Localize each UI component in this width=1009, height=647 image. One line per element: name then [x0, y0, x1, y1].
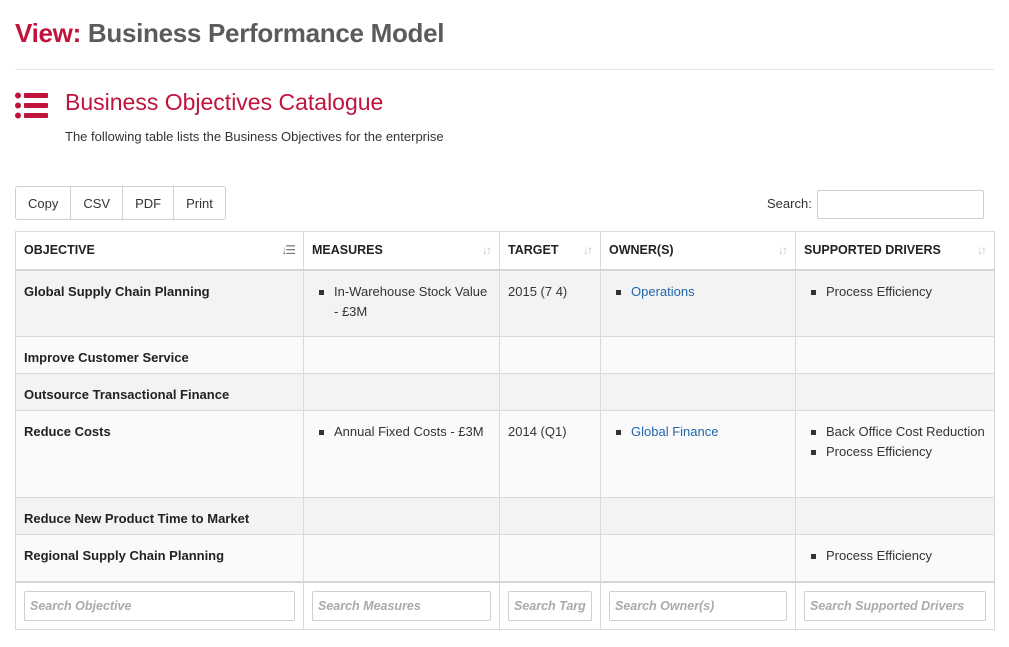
csv-button[interactable]: CSV [70, 187, 123, 219]
measures-cell [303, 336, 500, 374]
sort-ascending-icon: ↓☰ [281, 243, 296, 257]
objectives-table: OBJECTIVE ↓☰ MEASURES ↓↑ TARGET ↓↑ OWNER(S)… [15, 231, 995, 630]
column-header-label: SUPPORTED DRIVERS [804, 243, 941, 257]
objective-cell: Global Supply Chain Planning [15, 269, 304, 337]
column-header-label: OWNER(S) [609, 243, 674, 257]
sort-icon: ↓↑ [977, 243, 987, 257]
driver-item: Back Office Cost Reduction [811, 422, 986, 442]
owner-link[interactable]: Global Finance [631, 424, 718, 439]
target-cell [499, 373, 601, 411]
pdf-button[interactable]: PDF [122, 187, 174, 219]
target-cell: 2014 (Q1) [499, 410, 601, 498]
filter-cell [795, 580, 995, 630]
filter-cell [303, 580, 500, 630]
driver-item: Process Efficiency [811, 282, 986, 302]
sort-icon: ↓↑ [482, 243, 492, 257]
target-cell [499, 534, 601, 582]
owners-cell [600, 336, 796, 374]
print-button[interactable]: Print [173, 187, 225, 219]
drivers-cell: Process Efficiency [795, 534, 995, 582]
drivers-cell: Back Office Cost Reduction Process Effici… [795, 410, 995, 498]
target-cell [499, 336, 601, 374]
list-icon [15, 92, 48, 119]
section-title: Business Objectives Catalogue [65, 89, 384, 115]
filter-cell [600, 580, 796, 630]
column-header-supported-drivers[interactable]: SUPPORTED DRIVERS ↓↑ [795, 231, 995, 271]
search-objective-input[interactable] [24, 590, 295, 621]
drivers-cell [795, 497, 995, 535]
column-header-objective[interactable]: OBJECTIVE ↓☰ [15, 231, 304, 271]
sort-icon: ↓↑ [778, 243, 788, 257]
column-header-owners[interactable]: OWNER(S) ↓↑ [600, 231, 796, 271]
measures-cell [303, 373, 500, 411]
table-row: Global Supply Chain Planning In-Warehous… [15, 269, 995, 337]
owners-cell: Global Finance [600, 410, 796, 498]
filter-cell [15, 580, 304, 630]
objective-cell: Outsource Transactional Finance [15, 373, 304, 411]
objective-cell: Reduce New Product Time to Market [15, 497, 304, 535]
page-title: View: Business Performance Model [15, 18, 445, 49]
owners-cell [600, 497, 796, 535]
sort-icon: ↓↑ [583, 243, 593, 257]
target-cell: 2015 (7 4) [499, 269, 601, 337]
drivers-cell [795, 336, 995, 374]
objective-cell: Improve Customer Service [15, 336, 304, 374]
measures-cell [303, 534, 500, 582]
search-owners-input[interactable] [609, 590, 787, 621]
search-target-input[interactable] [508, 590, 592, 621]
driver-item: Process Efficiency [811, 546, 986, 566]
owners-cell [600, 373, 796, 411]
search-label: Search: [767, 196, 812, 211]
measures-cell [303, 497, 500, 535]
table-row: Reduce New Product Time to Market [15, 497, 995, 535]
column-filter-row [15, 580, 995, 630]
owners-cell [600, 534, 796, 582]
column-header-label: TARGET [508, 243, 559, 257]
column-header-label: OBJECTIVE [24, 243, 95, 257]
owners-cell: Operations [600, 269, 796, 337]
objective-cell: Reduce Costs [15, 410, 304, 498]
objective-cell: Regional Supply Chain Planning [15, 534, 304, 582]
view-label: View: [15, 18, 81, 48]
model-name: Business Performance Model [87, 18, 445, 48]
column-header-target[interactable]: TARGET ↓↑ [499, 231, 601, 271]
owner-link[interactable]: Operations [631, 284, 695, 299]
table-row: Improve Customer Service [15, 336, 995, 374]
table-header-row: OBJECTIVE ↓☰ MEASURES ↓↑ TARGET ↓↑ OWNER(S)… [15, 231, 995, 271]
target-cell [499, 497, 601, 535]
table-row: Outsource Transactional Finance [15, 373, 995, 411]
export-button-group: Copy CSV PDF Print [15, 186, 226, 220]
section-description: The following table lists the Business O… [65, 129, 444, 144]
header-divider [15, 69, 994, 70]
table-row: Reduce Costs Annual Fixed Costs - £3M 20… [15, 410, 995, 498]
driver-item: Process Efficiency [811, 442, 986, 462]
measures-cell: Annual Fixed Costs - £3M [303, 410, 500, 498]
search-measures-input[interactable] [312, 590, 491, 621]
drivers-cell [795, 373, 995, 411]
filter-cell [499, 580, 601, 630]
search-input[interactable] [817, 190, 984, 219]
search-drivers-input[interactable] [804, 590, 986, 621]
column-header-label: MEASURES [312, 243, 383, 257]
measures-cell: In-Warehouse Stock Value - £3M [303, 269, 500, 337]
measure-item: Annual Fixed Costs - £3M [319, 422, 491, 442]
copy-button[interactable]: Copy [16, 187, 71, 219]
drivers-cell: Process Efficiency [795, 269, 995, 337]
column-header-measures[interactable]: MEASURES ↓↑ [303, 231, 500, 271]
table-row: Regional Supply Chain Planning Process E… [15, 534, 995, 582]
measure-item: In-Warehouse Stock Value - £3M [319, 282, 491, 322]
